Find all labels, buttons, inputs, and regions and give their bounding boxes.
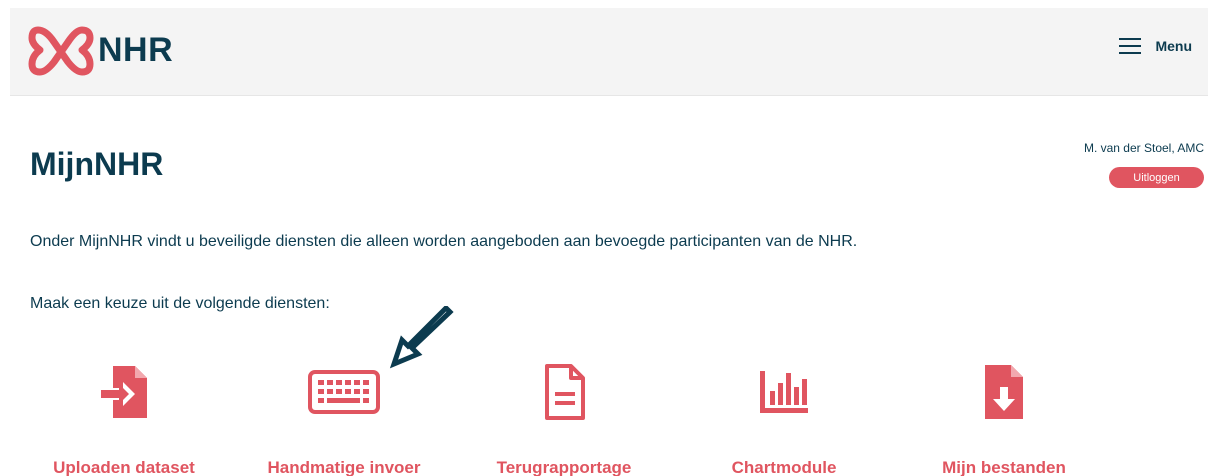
logout-button[interactable]: Uitloggen bbox=[1109, 167, 1204, 188]
service-label: Uploaden dataset bbox=[53, 458, 195, 476]
service-uploaden-dataset[interactable]: Uploaden dataset bbox=[24, 360, 224, 476]
hamburger-icon bbox=[1119, 38, 1142, 54]
services-prompt: Maak een keuze uit de volgende diensten: bbox=[30, 295, 330, 312]
service-label: Terugrapportage bbox=[496, 458, 632, 476]
document-icon bbox=[545, 364, 585, 420]
page-title: MijnNHR bbox=[30, 146, 164, 182]
nhr-logo-icon bbox=[28, 26, 94, 76]
menu-label: Menu bbox=[1155, 38, 1192, 54]
service-label: Chartmodule bbox=[731, 458, 837, 476]
service-handmatige-invoer[interactable]: Handmatige invoer bbox=[244, 360, 444, 476]
nhr-logo[interactable]: NHR bbox=[28, 22, 173, 78]
service-label: Handmatige invoer bbox=[267, 458, 421, 476]
keyboard-icon bbox=[308, 370, 380, 414]
services-list: Uploaden dataset Handmatige invoer Terug… bbox=[0, 360, 1208, 476]
site-header: NHR Menu bbox=[10, 8, 1208, 96]
service-chartmodule[interactable]: Chartmodule bbox=[684, 360, 884, 476]
service-mijn-bestanden[interactable]: Mijn bestanden bbox=[904, 360, 1104, 476]
service-terugrapportage[interactable]: Terugrapportage bbox=[464, 360, 664, 476]
intro-text: Onder MijnNHR vindt u beveiligde dienste… bbox=[30, 233, 858, 250]
bar-chart-icon bbox=[760, 371, 808, 413]
menu-button[interactable]: Menu bbox=[1119, 38, 1192, 54]
file-download-icon bbox=[985, 365, 1023, 419]
service-label: Mijn bestanden bbox=[942, 458, 1066, 476]
user-name: M. van der Stoel, AMC bbox=[1083, 141, 1204, 155]
logo-text: NHR bbox=[98, 30, 174, 69]
file-import-icon bbox=[101, 366, 147, 418]
